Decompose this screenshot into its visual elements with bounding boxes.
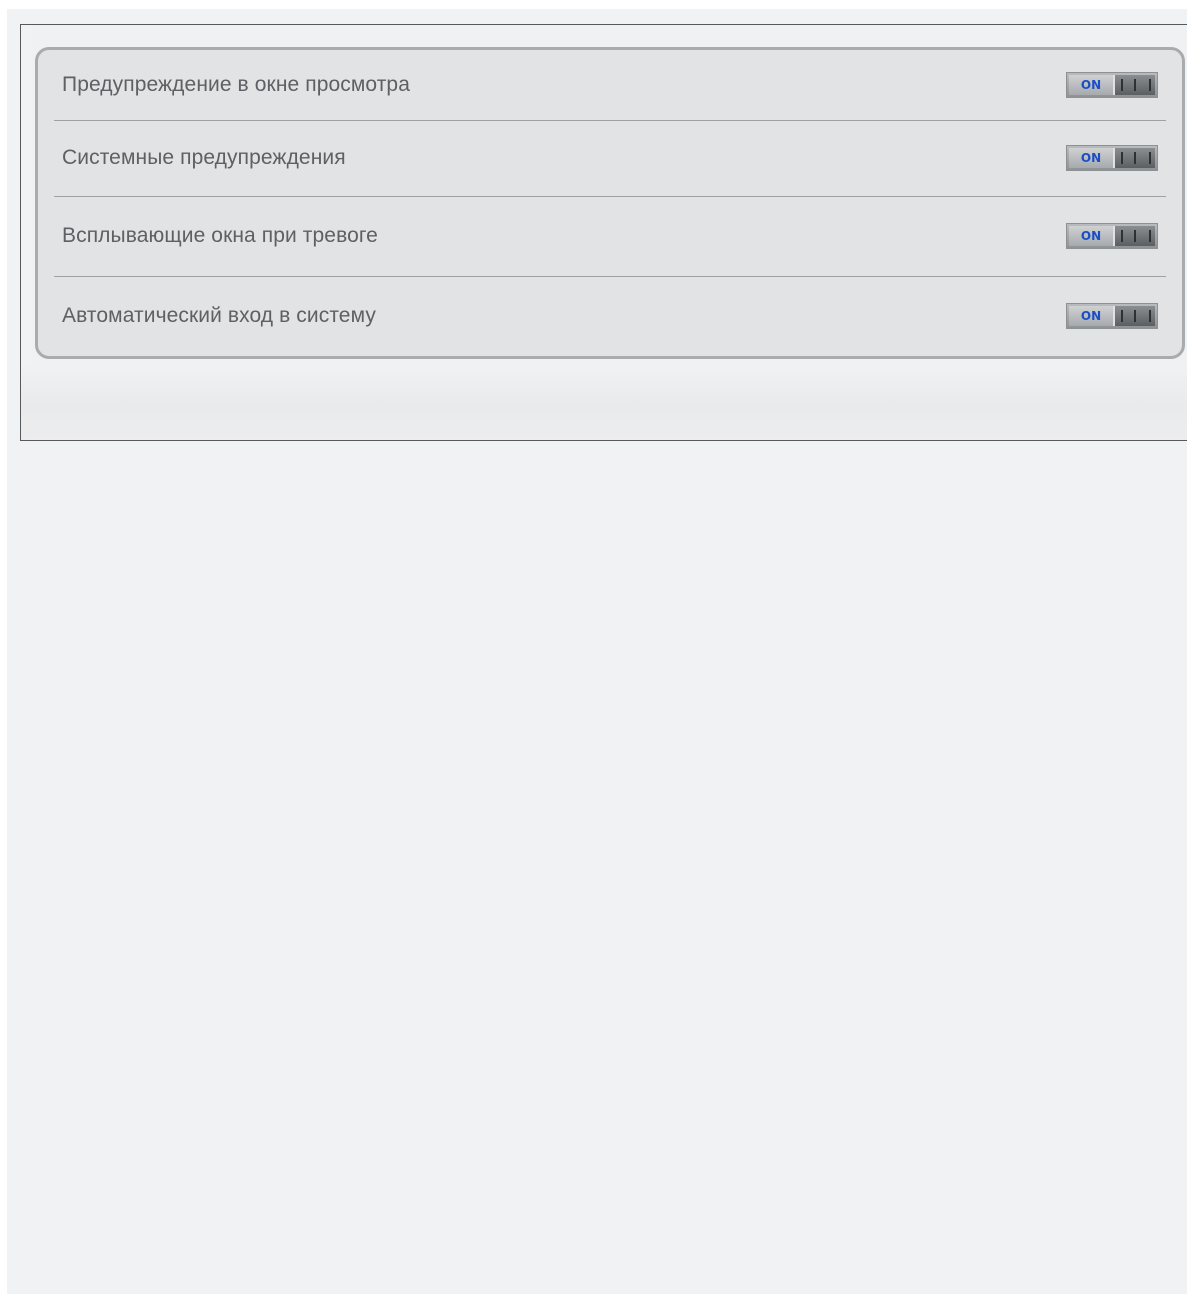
setting-label: Предупреждение в окне просмотра [62, 73, 410, 96]
settings-group: Предупреждение в окне просмотра ON Систе… [35, 47, 1185, 359]
toggle-on-label: ON [1069, 226, 1113, 246]
setting-row-preview-alert: Предупреждение в окне просмотра ON [54, 50, 1166, 120]
setting-label: Всплывающие окна при тревоге [62, 224, 378, 247]
alarm-popups-toggle[interactable]: ON [1066, 223, 1158, 249]
toggle-on-label: ON [1069, 306, 1113, 326]
setting-label: Системные предупреждения [62, 146, 346, 169]
settings-panel: Предупреждение в окне просмотра ON Систе… [20, 24, 1187, 441]
system-alerts-toggle[interactable]: ON [1066, 145, 1158, 171]
toggle-on-label: ON [1069, 75, 1113, 95]
toggle-knob [1113, 226, 1155, 246]
toggle-knob [1113, 75, 1155, 95]
setting-row-system-alerts: Системные предупреждения ON [54, 120, 1166, 196]
toggle-on-label: ON [1069, 148, 1113, 168]
setting-label: Автоматический вход в систему [62, 304, 376, 327]
setting-row-auto-login: Автоматический вход в систему ON [54, 276, 1166, 356]
toggle-knob [1113, 306, 1155, 326]
auto-login-toggle[interactable]: ON [1066, 303, 1158, 329]
setting-row-alarm-popups: Всплывающие окна при тревоге ON [54, 196, 1166, 276]
toggle-knob [1113, 148, 1155, 168]
preview-alert-toggle[interactable]: ON [1066, 72, 1158, 98]
